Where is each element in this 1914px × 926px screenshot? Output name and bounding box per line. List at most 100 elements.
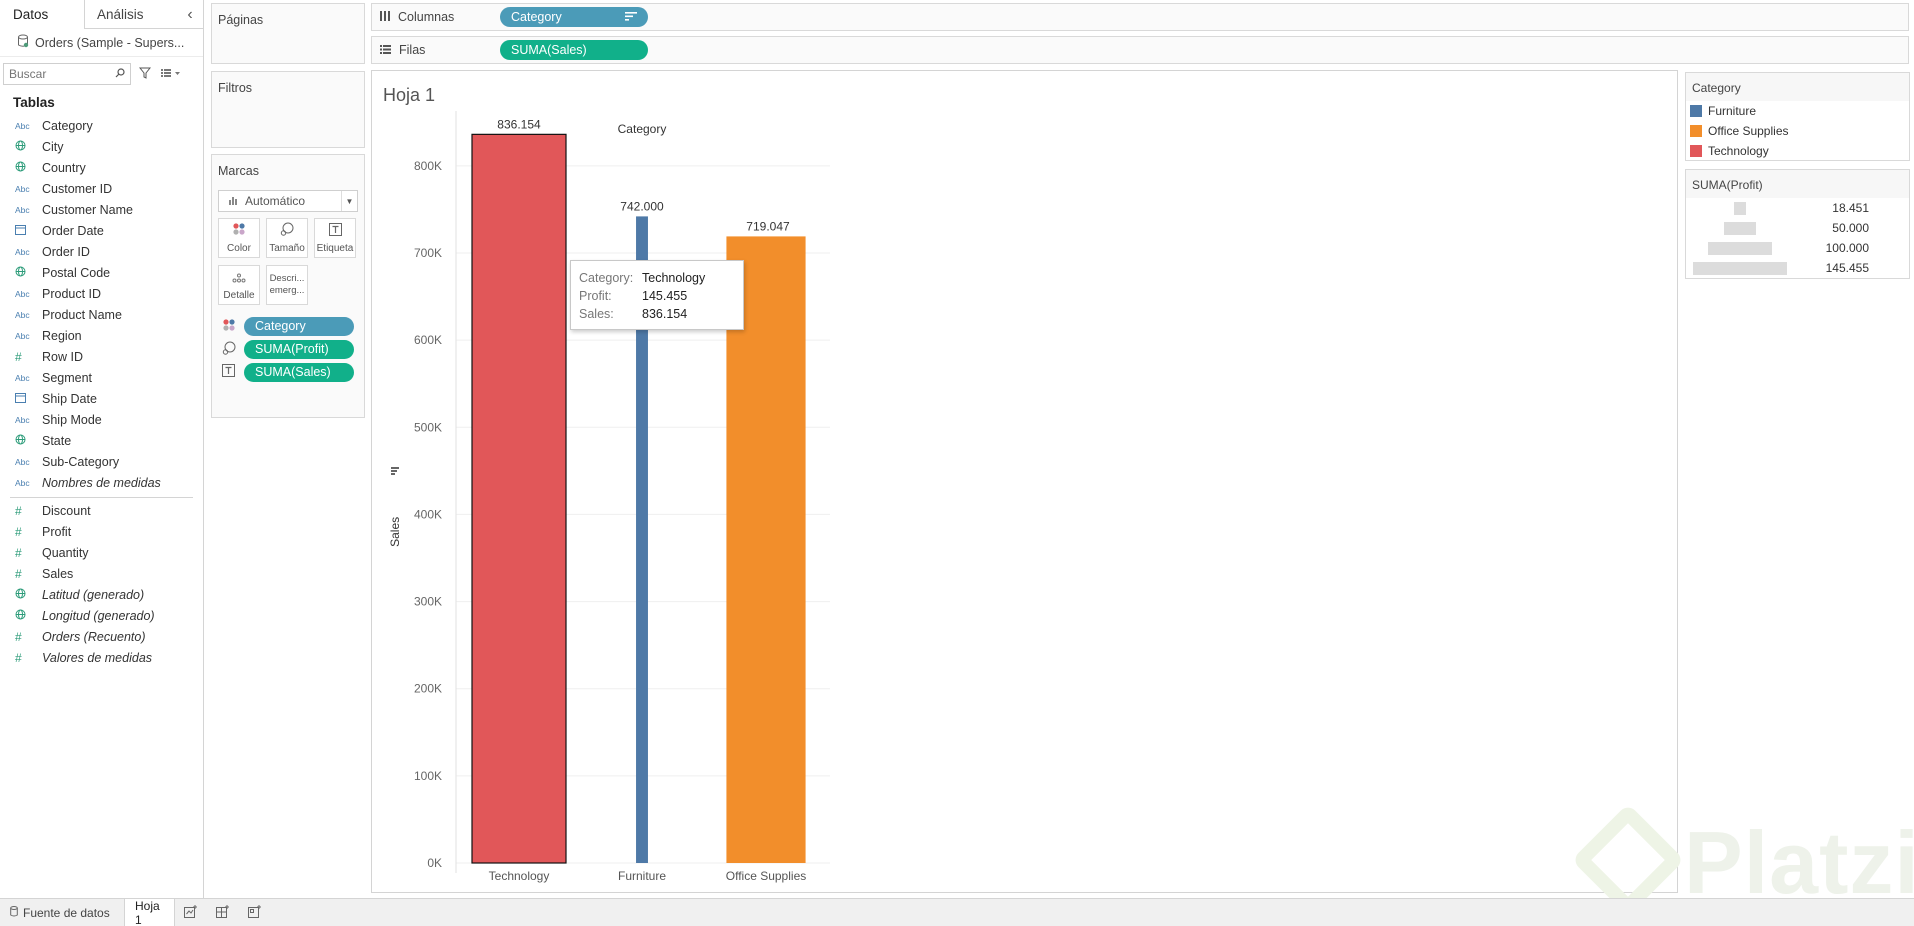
- search-icon: [115, 67, 125, 81]
- size-button[interactable]: Tamaño: [266, 218, 308, 258]
- field-name: Order ID: [42, 244, 90, 259]
- color-button[interactable]: Color: [218, 218, 260, 258]
- calendar-icon: [15, 224, 42, 238]
- columns-shelf[interactable]: Columnas Category: [371, 3, 1909, 31]
- filters-title: Filtros: [218, 81, 253, 95]
- field-item[interactable]: Abc Category: [0, 115, 203, 136]
- pages-card[interactable]: Páginas: [211, 3, 365, 64]
- size-legend-item[interactable]: 18.451: [1686, 198, 1909, 218]
- search-box[interactable]: [3, 63, 131, 85]
- calendar-icon: [15, 392, 42, 406]
- detail-button[interactable]: Detalle: [218, 265, 260, 305]
- field-item[interactable]: Abc Region: [0, 325, 203, 346]
- field-item[interactable]: City: [0, 136, 203, 157]
- new-sheet-icon[interactable]: [175, 904, 207, 921]
- bar[interactable]: [726, 236, 806, 863]
- field-item[interactable]: # Sales: [0, 563, 203, 584]
- string-type-icon: Abc: [15, 183, 30, 194]
- field-item[interactable]: # Discount: [0, 500, 203, 521]
- legend-label: Technology: [1708, 144, 1769, 158]
- size-legend-item[interactable]: 50.000: [1686, 218, 1909, 238]
- field-name: Valores de medidas: [42, 650, 153, 665]
- filters-card[interactable]: Filtros: [211, 71, 365, 148]
- color-legend[interactable]: Category Furniture Office Supplies Technol…: [1685, 72, 1910, 161]
- bar[interactable]: [471, 133, 567, 864]
- field-item[interactable]: Ship Date: [0, 388, 203, 409]
- columns-label: Columnas: [372, 10, 500, 24]
- field-item[interactable]: Latitud (generado): [0, 584, 203, 605]
- field-item[interactable]: Abc Nombres de medidas: [0, 472, 203, 493]
- field-item[interactable]: # Row ID: [0, 346, 203, 367]
- mark-field-size[interactable]: SUMA(Profit): [222, 339, 354, 359]
- field-item[interactable]: Country: [0, 157, 203, 178]
- dimension-list: Abc Category City Country Abc Customer ID Abc C…: [0, 115, 203, 493]
- size-legend[interactable]: SUMA(Profit) 18.451 50.000 100.000 145.455: [1685, 169, 1910, 279]
- field-name: Sub-Category: [42, 454, 120, 469]
- tab-datos[interactable]: Datos: [0, 0, 85, 29]
- field-item[interactable]: # Profit: [0, 521, 203, 542]
- profit-pill[interactable]: SUMA(Profit): [244, 339, 354, 359]
- field-item[interactable]: Order Date: [0, 220, 203, 241]
- color-legend-item[interactable]: Technology: [1686, 141, 1909, 161]
- field-item[interactable]: Abc Customer Name: [0, 199, 203, 220]
- tooltip-button[interactable]: Descri... emerg...: [266, 265, 308, 305]
- field-item[interactable]: Abc Product Name: [0, 304, 203, 325]
- legend-label: Furniture: [1708, 104, 1757, 118]
- field-name: City: [42, 139, 64, 154]
- y-tick-label: 100K: [414, 769, 442, 783]
- string-type-icon: Abc: [15, 330, 30, 341]
- tab-sheet[interactable]: Hoja 1: [125, 898, 175, 926]
- rows-shelf[interactable]: Filas SUMA(Sales): [371, 36, 1909, 64]
- collapse-pane-icon[interactable]: ‹: [181, 0, 199, 29]
- mark-type-select[interactable]: Automático ▼: [218, 190, 358, 212]
- field-item[interactable]: # Quantity: [0, 542, 203, 563]
- size-legend-item[interactable]: 100.000: [1686, 238, 1909, 258]
- bottom-tab-bar: Fuente de datos Hoja 1: [0, 898, 1914, 926]
- field-item[interactable]: Abc Ship Mode: [0, 409, 203, 430]
- label-button[interactable]: Etiqueta: [314, 218, 356, 258]
- new-dashboard-icon[interactable]: [207, 904, 239, 921]
- bar-chart[interactable]: 0K 100K 200K 300K 400K 500K 600K 700K 800K Sales C…: [372, 71, 1672, 894]
- field-name: Quantity: [42, 545, 89, 560]
- field-item[interactable]: Abc Order ID: [0, 241, 203, 262]
- color-legend-item[interactable]: Furniture: [1686, 101, 1909, 121]
- globe-icon: [15, 434, 42, 448]
- tooltip-row: Sales: 836.154: [579, 305, 735, 323]
- mark-field-label[interactable]: SUMA(Sales): [222, 362, 354, 382]
- sales-pill[interactable]: SUMA(Sales): [244, 362, 354, 382]
- category-pill[interactable]: Category: [244, 316, 354, 336]
- tab-analisis[interactable]: Análisis: [85, 0, 182, 29]
- new-story-icon[interactable]: [239, 904, 271, 921]
- y-tick-label: 800K: [414, 159, 442, 173]
- field-name: Postal Code: [42, 265, 111, 280]
- color-icon: [222, 318, 244, 335]
- view-options-icon[interactable]: [161, 67, 181, 81]
- rows-sales-pill[interactable]: SUMA(Sales): [500, 40, 648, 60]
- field-item[interactable]: Postal Code: [0, 262, 203, 283]
- size-legend-item[interactable]: 145.455: [1686, 258, 1909, 278]
- field-item[interactable]: # Orders (Recuento): [0, 626, 203, 647]
- pill-label: Category: [255, 319, 306, 333]
- color-legend-item[interactable]: Office Supplies: [1686, 121, 1909, 141]
- field-item[interactable]: # Valores de medidas: [0, 647, 203, 668]
- y-tick-label: 700K: [414, 246, 442, 260]
- field-item[interactable]: Abc Customer ID: [0, 178, 203, 199]
- datasource-item[interactable]: Orders (Sample - Supers...: [0, 29, 203, 57]
- field-item[interactable]: State: [0, 430, 203, 451]
- mark-field-color[interactable]: Category: [222, 316, 354, 336]
- tab-datasource[interactable]: Fuente de datos: [0, 898, 125, 926]
- pages-title: Páginas: [218, 13, 264, 27]
- field-item[interactable]: Abc Segment: [0, 367, 203, 388]
- field-name: Order Date: [42, 223, 104, 238]
- field-item[interactable]: Abc Sub-Category: [0, 451, 203, 472]
- size-icon: [280, 222, 294, 239]
- field-item[interactable]: Abc Product ID: [0, 283, 203, 304]
- number-type-icon: #: [15, 524, 22, 539]
- legend-label: 100.000: [1825, 241, 1869, 255]
- sort-descending-icon[interactable]: [625, 10, 637, 24]
- field-item[interactable]: Longitud (generado): [0, 605, 203, 626]
- columns-category-pill[interactable]: Category: [500, 7, 648, 27]
- filter-icon[interactable]: [138, 67, 152, 82]
- legend-label: 18.451: [1832, 201, 1869, 215]
- search-input[interactable]: [9, 67, 109, 81]
